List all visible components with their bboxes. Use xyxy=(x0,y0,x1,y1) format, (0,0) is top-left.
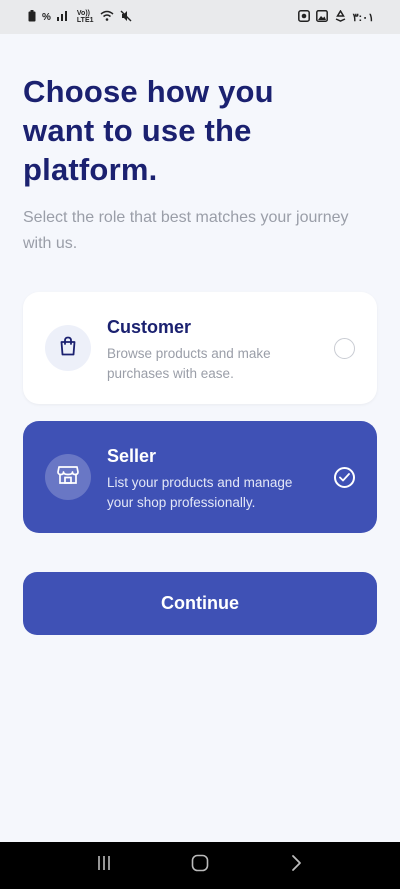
continue-button[interactable]: Continue xyxy=(23,572,377,635)
clock: ٣:٠١ xyxy=(352,11,374,24)
recycle-icon xyxy=(334,9,347,25)
role-icon-container xyxy=(45,325,91,371)
role-name: Seller xyxy=(107,446,157,466)
store-icon xyxy=(57,465,79,490)
shopping-bag-icon xyxy=(59,336,77,361)
home-button[interactable] xyxy=(180,846,220,886)
battery-percent-label: % xyxy=(42,11,51,23)
page-subtitle: Select the role that best matches your j… xyxy=(23,209,349,252)
volte-icon: Vo)) LTE1 xyxy=(76,10,94,24)
role-name: Customer xyxy=(107,317,192,337)
status-left: % Vo)) LTE1 xyxy=(28,10,132,25)
wifi-icon xyxy=(100,10,114,24)
recent-apps-icon xyxy=(96,855,112,876)
role-description: List your products and manage your shop … xyxy=(107,475,293,510)
radio-selected[interactable] xyxy=(334,467,355,488)
radio-unselected[interactable] xyxy=(334,338,355,359)
back-button[interactable] xyxy=(276,846,316,886)
back-icon xyxy=(290,854,302,877)
system-nav-bar xyxy=(0,842,400,889)
recent-apps-button[interactable] xyxy=(84,846,124,886)
gallery-icon xyxy=(315,9,328,25)
role-card-seller[interactable]: Seller List your products and manage you… xyxy=(23,421,377,533)
role-card-customer[interactable]: Customer Browse products and make purcha… xyxy=(23,292,377,404)
page-title: Choose how you want to use the platform. xyxy=(23,74,274,187)
status-right: ٣:٠١ xyxy=(297,9,374,25)
signal-icon xyxy=(56,10,71,24)
mute-icon xyxy=(120,10,132,25)
role-icon-container xyxy=(45,454,91,500)
status-bar: % Vo)) LTE1 ٣:٠١ xyxy=(0,0,400,34)
record-icon xyxy=(297,9,310,25)
home-icon xyxy=(191,854,209,877)
role-description: Browse products and make purchases with … xyxy=(107,346,271,381)
checkmark-icon xyxy=(339,469,350,487)
battery-icon xyxy=(28,10,36,24)
